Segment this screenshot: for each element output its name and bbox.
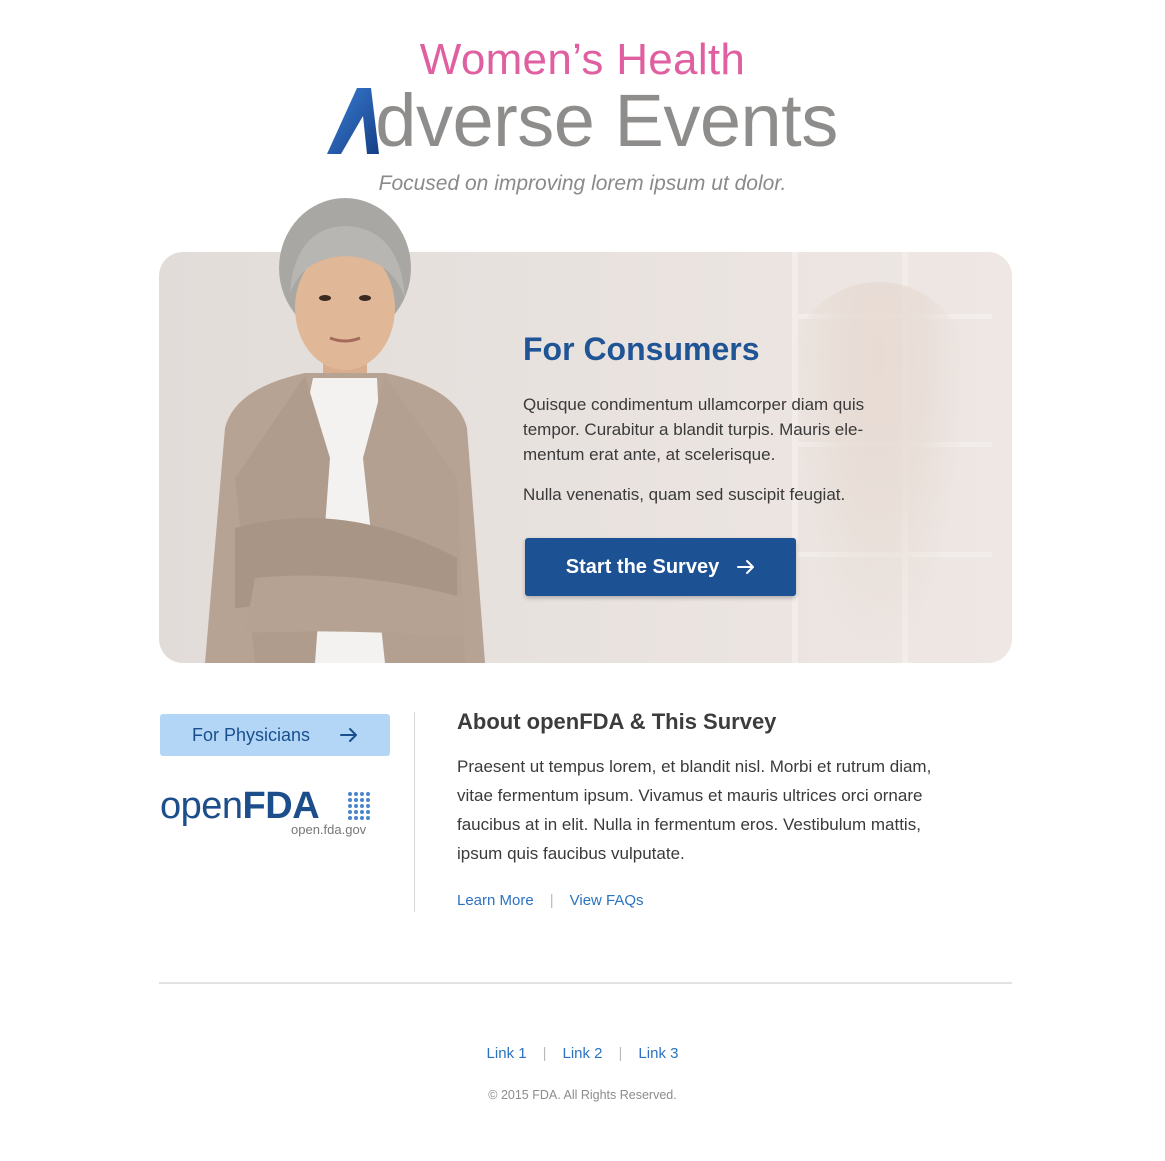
openfda-logo[interactable]: openFDA open.fda.gov bbox=[160, 786, 380, 844]
view-faqs-link[interactable]: View FAQs bbox=[570, 892, 644, 909]
hero-paragraph: Quisque condimentum ullamcorper diam qui… bbox=[523, 395, 865, 464]
footer-link-2[interactable]: Link 2 bbox=[562, 1045, 602, 1062]
page: Women’s Health dverse Events Focused on … bbox=[0, 0, 1165, 1161]
arrow-right-icon bbox=[340, 728, 358, 742]
link-separator: | bbox=[542, 1045, 547, 1062]
start-survey-label: Start the Survey bbox=[565, 555, 720, 578]
hero-heading: For Consumers bbox=[523, 331, 760, 367]
vertical-divider bbox=[414, 712, 415, 912]
openfda-url: open.fda.gov bbox=[291, 822, 367, 837]
about-links: Learn More | View FAQs bbox=[457, 892, 967, 909]
about-body: Praesent ut tempus lorem, et blandit nis… bbox=[457, 757, 932, 863]
link-separator: | bbox=[549, 892, 554, 909]
footer-links: Link 1 | Link 2 | Link 3 bbox=[0, 1045, 1165, 1062]
title-text: dverse Events bbox=[375, 79, 838, 162]
link-separator: | bbox=[618, 1045, 623, 1062]
for-physicians-button[interactable]: For Physicians bbox=[160, 714, 390, 756]
header: Women’s Health dverse Events Focused on … bbox=[0, 34, 1165, 196]
learn-more-link[interactable]: Learn More bbox=[457, 892, 534, 909]
hero-paragraph: Nulla venenatis, quam sed suscipit feugi… bbox=[523, 485, 846, 504]
hero-content: For Consumers Quisque condimentum ullamc… bbox=[523, 330, 903, 507]
main-title: dverse Events bbox=[0, 82, 1165, 160]
dot-grid-icon bbox=[348, 792, 370, 820]
about-section: About openFDA & This Survey Praesent ut … bbox=[457, 708, 967, 909]
footer-link-1[interactable]: Link 1 bbox=[487, 1045, 527, 1062]
copyright: © 2015 FDA. All Rights Reserved. bbox=[488, 1088, 677, 1102]
footer-link-3[interactable]: Link 3 bbox=[638, 1045, 678, 1062]
arrow-right-icon bbox=[737, 560, 755, 574]
woman-photo bbox=[205, 198, 485, 663]
start-survey-button[interactable]: Start the Survey bbox=[525, 538, 796, 596]
horizontal-divider bbox=[159, 982, 1012, 984]
letter-a-logo-icon bbox=[327, 88, 380, 154]
for-physicians-label: For Physicians bbox=[191, 724, 311, 745]
about-title: About openFDA & This Survey bbox=[457, 709, 777, 734]
tagline: Focused on improving lorem ipsum ut dolo… bbox=[378, 172, 787, 195]
